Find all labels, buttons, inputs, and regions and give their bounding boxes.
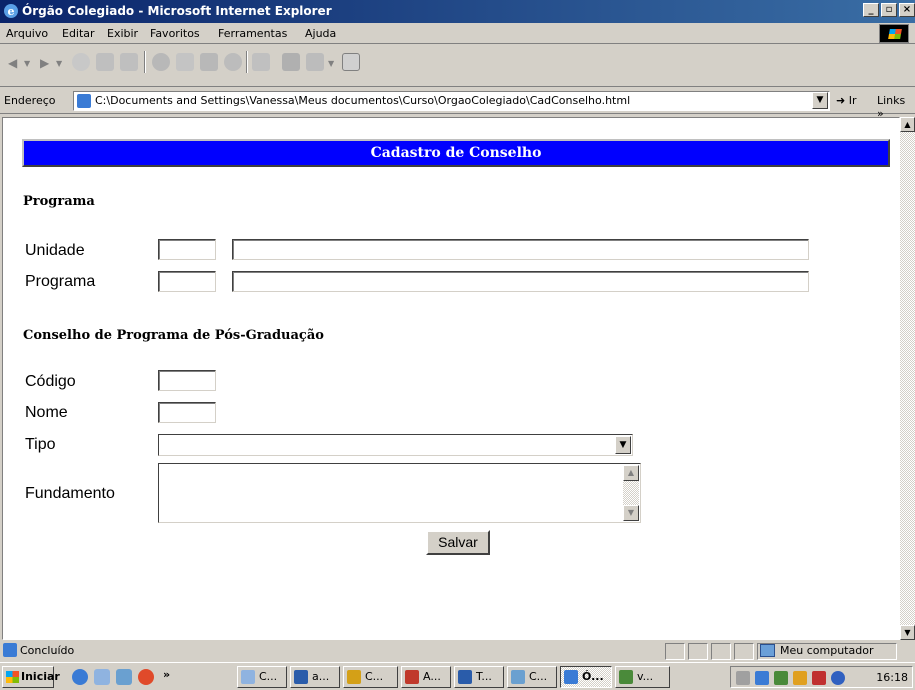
unidade-code-field[interactable] [158,239,216,260]
title-bar: e Órgão Colegiado - Microsoft Internet E… [0,0,915,23]
taskbar-item-5[interactable]: T... [454,666,504,688]
address-label: Endereço [4,94,56,107]
print-icon[interactable] [282,53,300,71]
edit-dropdown-icon[interactable]: ▼ [328,59,334,68]
menu-bar: Arquivo Editar Exibir Favoritos Ferramen… [0,23,915,44]
programa-name-field[interactable] [232,271,809,292]
quicklaunch-desktop-icon[interactable] [116,669,132,685]
computer-icon [760,644,775,657]
page-icon [77,94,91,108]
scroll-down-icon[interactable]: ▼ [623,505,639,521]
tray-app3-icon[interactable] [812,671,826,685]
home-icon[interactable] [120,53,138,71]
stop-icon[interactable] [72,53,90,71]
taskbar-item-8[interactable]: v... [615,666,670,688]
unidade-name-field[interactable] [232,239,809,260]
refresh-icon[interactable] [96,53,114,71]
menu-arquivo[interactable]: Arquivo [6,27,48,40]
programa-code-field[interactable] [158,271,216,292]
back-icon[interactable]: ◀ [8,56,17,70]
tray-app2-icon[interactable] [793,671,807,685]
unidade-label: Unidade [25,242,85,259]
menu-editar[interactable]: Editar [62,27,95,40]
network-icon[interactable] [755,671,769,685]
system-tray: 16:18 [730,666,913,688]
taskbar-item-3[interactable]: C... [343,666,398,688]
address-url: C:\Documents and Settings\Vanessa\Meus d… [95,94,631,107]
close-button[interactable]: × [899,3,915,17]
edit-icon[interactable] [306,53,324,71]
scroll-up-icon[interactable]: ▲ [623,465,639,481]
done-icon [3,643,17,657]
tray-app4-icon[interactable] [831,671,845,685]
codigo-field[interactable] [158,370,216,391]
history-icon[interactable] [224,53,242,71]
page-content: Cadastro de Conselho Programa Unidade Pr… [2,117,900,640]
fundamento-textarea[interactable]: ▲ ▼ [158,463,641,523]
back-dropdown-icon[interactable]: ▼ [24,59,30,68]
address-dropdown-icon[interactable]: ▼ [812,92,828,109]
page-scroll-up-icon[interactable]: ▲ [900,117,915,132]
taskbar: Iniciar » C... a... C... A... T... C... … [0,662,915,690]
nome-label: Nome [25,404,68,421]
forward-dropdown-icon[interactable]: ▼ [56,59,62,68]
fundamento-label: Fundamento [25,485,115,502]
tipo-label: Tipo [25,436,56,453]
tipo-select[interactable]: ▼ [158,434,633,456]
favorites-icon[interactable] [176,53,194,71]
chevron-down-icon[interactable]: ▼ [615,436,631,454]
start-label: Iniciar [21,670,60,683]
taskbar-item-6[interactable]: C... [507,666,557,688]
tray-app-icon[interactable] [774,671,788,685]
page-header: Cadastro de Conselho [22,139,890,167]
status-text: Concluído [20,644,75,657]
section-programa-title: Programa [23,194,95,209]
zone-label: Meu computador [780,644,874,657]
ie-icon: e [3,3,19,19]
page-scrollbar[interactable]: ▲ ▼ [900,117,915,640]
search-icon[interactable] [152,53,170,71]
discuss-icon[interactable] [342,53,360,71]
windows-flag-icon [6,671,19,683]
section-conselho-title: Conselho de Programa de Pós-Graduação [23,328,324,343]
toolbar: ◀ ▼ ▶ ▼ ▼ [0,45,915,87]
svg-text:e: e [8,5,15,18]
menu-exibir[interactable]: Exibir [107,27,138,40]
zone-indicator: Meu computador [760,644,873,657]
taskbar-item-1[interactable]: C... [237,666,287,688]
programa-label: Programa [25,273,96,290]
menu-favoritos[interactable]: Favoritos [150,27,200,40]
clock: 16:18 [876,671,908,684]
start-button[interactable]: Iniciar [2,666,60,688]
volume-icon[interactable] [736,671,750,685]
quicklaunch-chevron[interactable]: » [163,668,170,681]
mail-icon[interactable] [252,53,270,71]
restore-button[interactable]: ▫ [881,3,897,17]
forward-icon[interactable]: ▶ [40,56,49,70]
quicklaunch-outlook-icon[interactable] [94,669,110,685]
menu-ferramentas[interactable]: Ferramentas [218,27,287,40]
go-button[interactable]: ➜ Ir [836,94,857,107]
taskbar-item-2[interactable]: a... [290,666,340,688]
save-button[interactable]: Salvar [426,530,490,555]
media-icon[interactable] [200,53,218,71]
menu-ajuda[interactable]: Ajuda [305,27,336,40]
page-scroll-down-icon[interactable]: ▼ [900,625,915,640]
quicklaunch-ie-icon[interactable] [72,669,88,685]
nome-field[interactable] [158,402,216,423]
window-title: Órgão Colegiado - Microsoft Internet Exp… [22,4,332,18]
links-label: Links [877,94,906,107]
status-bar: Concluído Meu computador [0,641,915,661]
address-bar: Endereço C:\Documents and Settings\Vanes… [0,88,915,120]
minimize-button[interactable]: _ [863,3,879,17]
go-label: Ir [848,94,857,107]
address-input[interactable]: C:\Documents and Settings\Vanessa\Meus d… [73,91,830,111]
taskbar-item-4[interactable]: A... [401,666,451,688]
codigo-label: Código [25,373,76,390]
windows-logo [879,24,909,43]
taskbar-item-active[interactable]: Ó... [560,666,612,688]
textarea-scrollbar[interactable]: ▲ ▼ [623,465,639,521]
quicklaunch-media-icon[interactable] [138,669,154,685]
